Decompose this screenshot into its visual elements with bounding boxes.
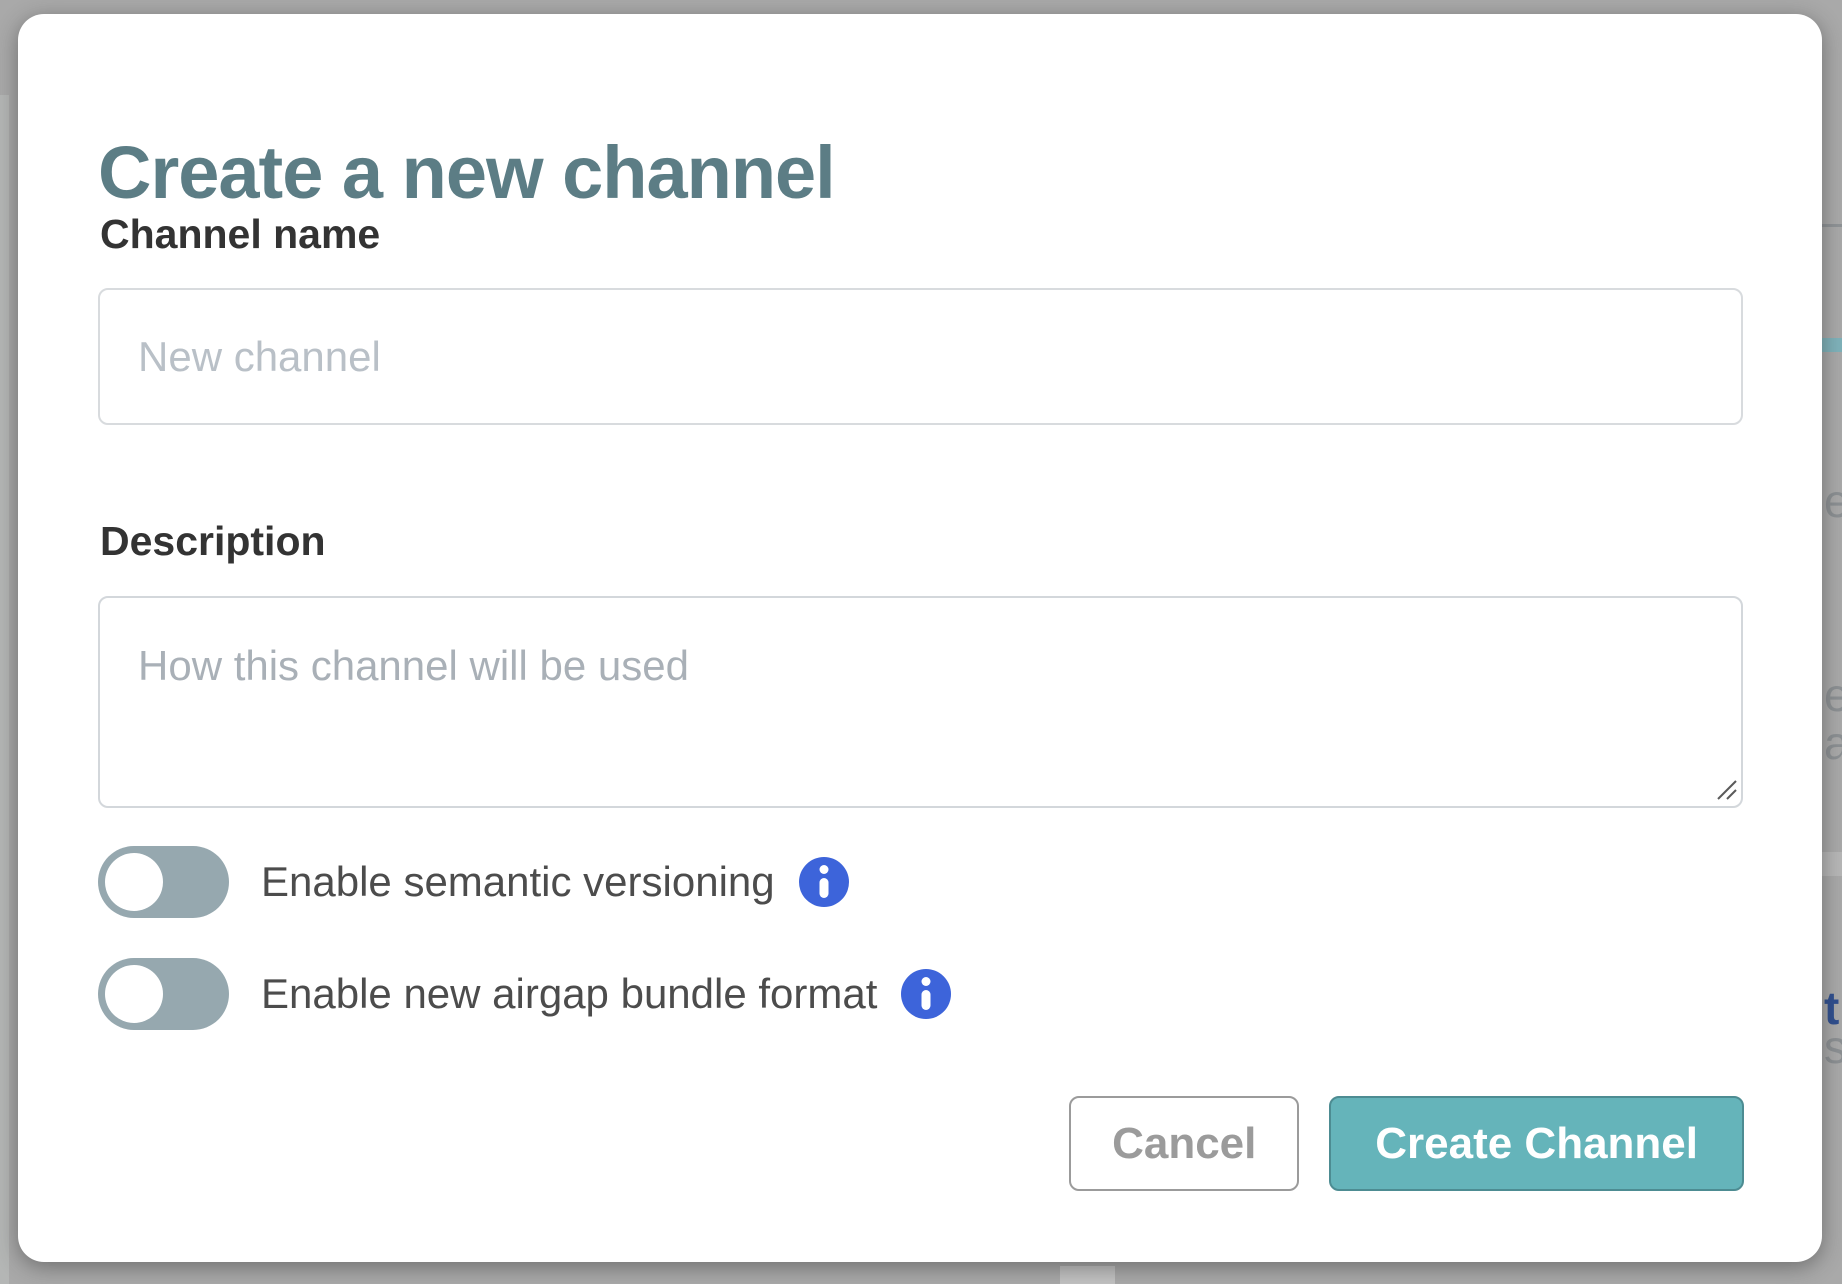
background-divider-fragment bbox=[1822, 224, 1842, 227]
semantic-versioning-row: Enable semantic versioning bbox=[98, 846, 849, 918]
background-scrollbar-fragment bbox=[1060, 1266, 1115, 1284]
modal-title: Create a new channel bbox=[98, 134, 835, 212]
background-text-fragment: e bbox=[1824, 672, 1842, 718]
info-icon[interactable] bbox=[799, 857, 849, 907]
toggle-knob bbox=[105, 965, 163, 1023]
toggle-knob bbox=[105, 853, 163, 911]
background-text-fragment: s bbox=[1824, 1024, 1842, 1070]
background-page-strip: e e a t s bbox=[1822, 0, 1842, 1284]
airgap-bundle-toggle[interactable] bbox=[98, 958, 229, 1030]
airgap-bundle-row: Enable new airgap bundle format bbox=[98, 958, 951, 1030]
create-channel-modal: Create a new channel Channel name Descri… bbox=[18, 14, 1822, 1262]
info-icon[interactable] bbox=[901, 969, 951, 1019]
background-page-edge bbox=[0, 95, 9, 1284]
background-band-fragment bbox=[1822, 852, 1842, 876]
channel-name-label: Channel name bbox=[100, 214, 380, 255]
info-icon-dot bbox=[819, 865, 828, 874]
background-text-fragment: e bbox=[1824, 478, 1842, 524]
semantic-versioning-label: Enable semantic versioning bbox=[261, 861, 775, 903]
description-textarea[interactable] bbox=[98, 596, 1743, 808]
page: { "modal": { "title": "Create a new chan… bbox=[0, 0, 1842, 1284]
info-icon-stem bbox=[819, 878, 828, 898]
channel-name-input[interactable] bbox=[98, 288, 1743, 425]
info-icon-stem bbox=[922, 990, 931, 1010]
airgap-bundle-label: Enable new airgap bundle format bbox=[261, 973, 877, 1015]
description-label: Description bbox=[100, 521, 326, 562]
background-teal-fragment bbox=[1822, 338, 1842, 352]
description-field bbox=[98, 596, 1743, 808]
semantic-versioning-toggle[interactable] bbox=[98, 846, 229, 918]
cancel-button[interactable]: Cancel bbox=[1069, 1096, 1299, 1191]
resize-handle-icon[interactable] bbox=[1714, 777, 1738, 801]
modal-footer: Cancel Create Channel bbox=[1069, 1096, 1744, 1191]
background-text-fragment: a bbox=[1824, 720, 1842, 766]
create-channel-button[interactable]: Create Channel bbox=[1329, 1096, 1744, 1191]
info-icon-dot bbox=[922, 977, 931, 986]
